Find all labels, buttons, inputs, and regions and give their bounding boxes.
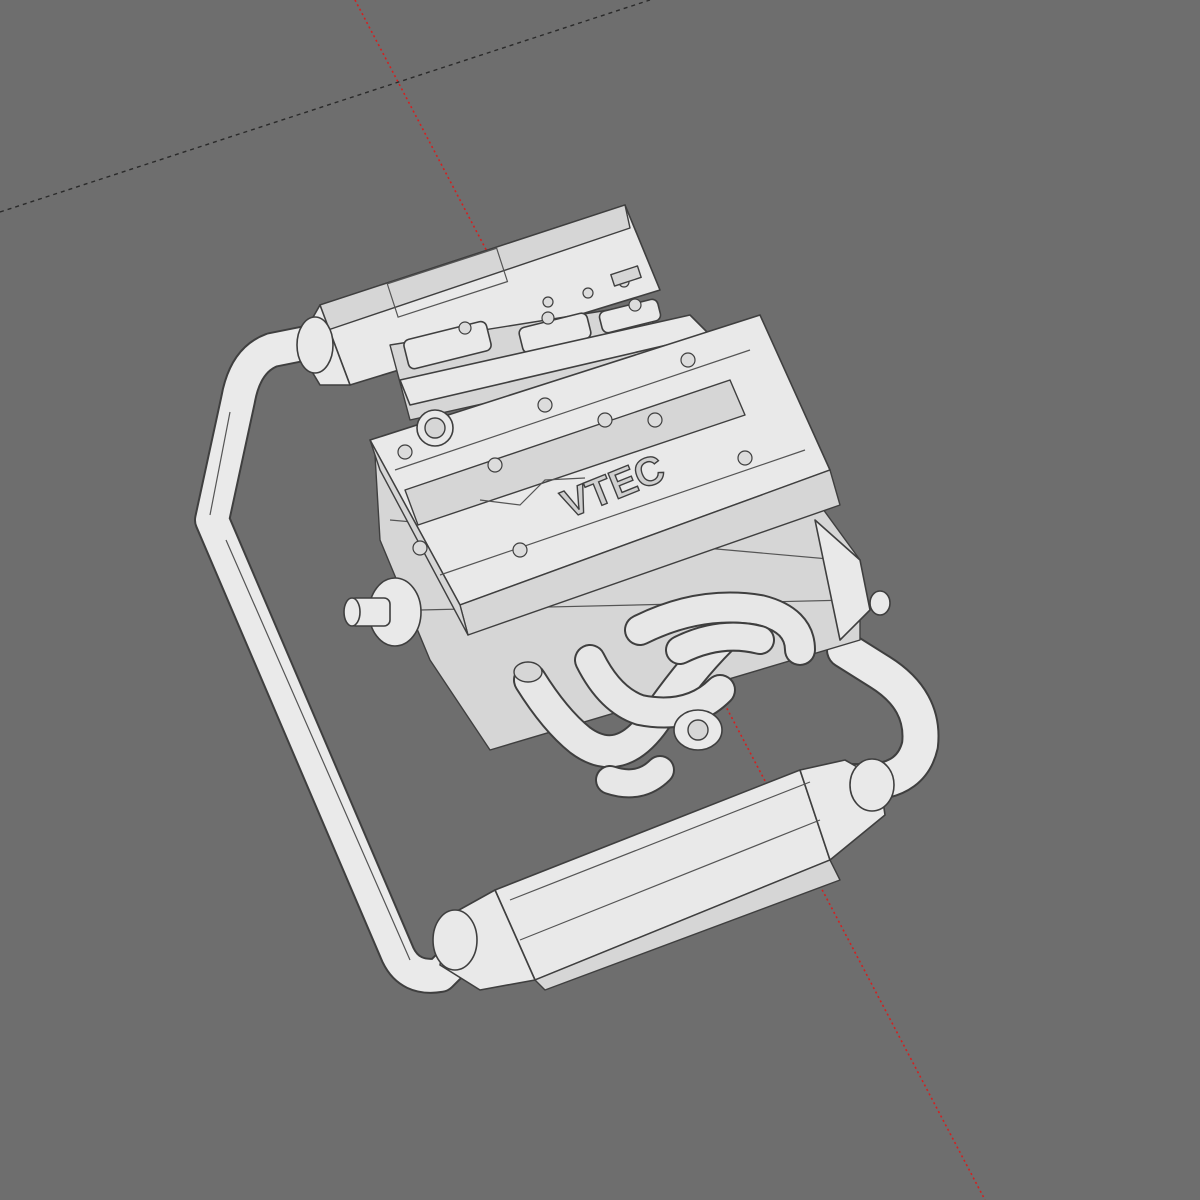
3d-viewport[interactable]: VTEC <box>0 0 1200 1200</box>
intercooler <box>432 758 895 991</box>
front-pulley <box>343 577 422 647</box>
black-axis-line <box>0 0 651 213</box>
engine-model[interactable]: VTEC <box>194 204 940 994</box>
model-canvas[interactable]: VTEC <box>0 0 1200 1200</box>
oil-filler-cap <box>416 409 454 447</box>
